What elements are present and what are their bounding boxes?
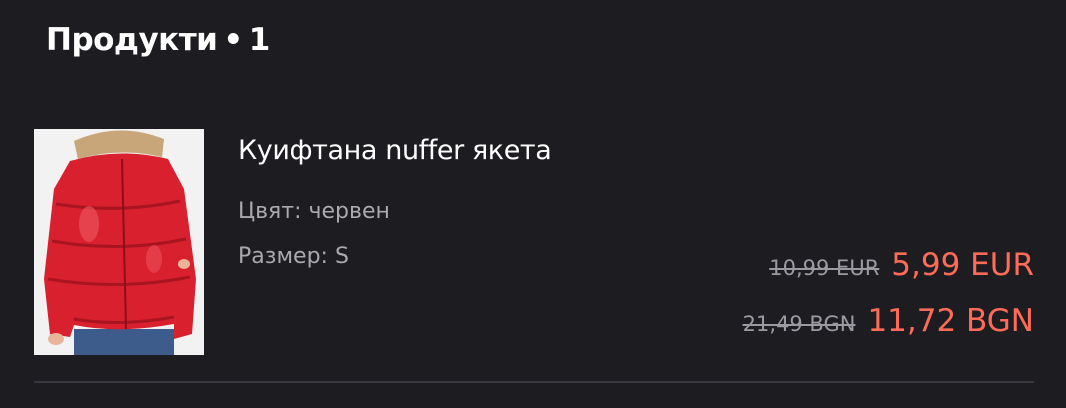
price-eur-row: 10,99 EUR 5,99 EUR (769, 247, 1034, 283)
section-title: Продукти • 1 (46, 22, 270, 58)
red-puffer-jacket-image (34, 129, 204, 355)
section-divider (34, 381, 1034, 383)
product-size: Размер: S (238, 244, 349, 269)
title-separator-dot: • (223, 22, 243, 58)
sale-price-bgn: 11,72 BGN (867, 303, 1034, 339)
old-price-bgn: 21,49 BGN (742, 312, 856, 336)
product-name[interactable]: Куифтана nuffer якета (238, 135, 552, 166)
product-count: 1 (248, 22, 271, 58)
section-title-text: Продукти (46, 22, 218, 58)
price-bgn-row: 21,49 BGN 11,72 BGN (743, 303, 1034, 339)
product-color: Цвят: червен (238, 199, 390, 224)
sale-price-eur: 5,99 EUR (891, 247, 1034, 283)
product-item[interactable]: Куифтана nuffer якета Цвят: червен Разме… (34, 129, 1034, 355)
old-price-eur: 10,99 EUR (769, 256, 880, 280)
product-thumbnail[interactable] (34, 129, 204, 355)
